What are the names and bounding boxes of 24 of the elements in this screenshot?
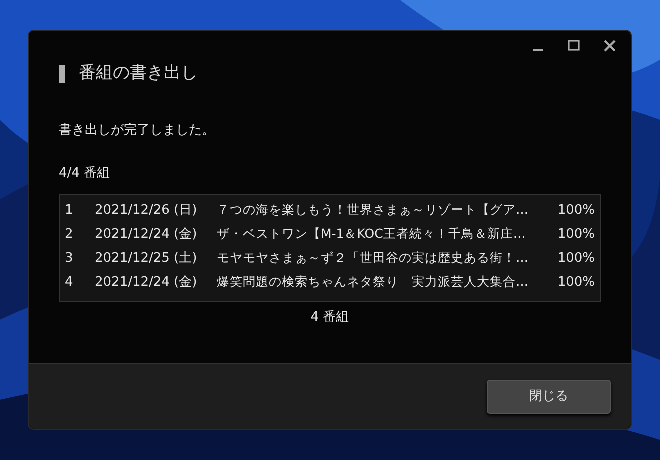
total-count: 4 番組 [310,308,350,326]
row-number: 2 [64,226,74,244]
maximize-icon[interactable] [567,39,581,53]
row-percent: 100% [556,250,596,268]
row-number: 3 [64,250,74,268]
row-percent: 100% [556,202,596,220]
close-icon[interactable] [603,39,617,53]
row-date: 2021/12/24 (金) [95,274,198,292]
row-date: 2021/12/24 (金) [95,226,198,244]
row-percent: 100% [556,274,596,292]
row-title: モヤモヤさまぁ～ず２「世田谷の実は歴史ある街！… [217,249,530,268]
row-title: 爆笑問題の検索ちゃんネタ祭り 実力派芸人大集合… [217,273,530,292]
row-title: ザ・ベストワン【M-1＆KOC王者続々！千鳥＆新庄… [217,225,527,244]
row-date: 2021/12/25 (土) [95,250,198,268]
status-message: 書き出しが完了しました。 [59,122,216,140]
row-number: 4 [64,274,74,292]
row-percent: 100% [556,226,596,244]
row-title: ７つの海を楽しもう！世界さまぁ～リゾート【グア… [217,201,530,220]
title-bar-mark [59,64,65,83]
progress-count: 4/4 番組 [59,165,112,183]
row-date: 2021/12/26 (日) [95,202,198,220]
window-title: 番組の書き出し [79,62,198,85]
close-button[interactable]: 閉じる [487,380,611,414]
row-number: 1 [64,202,74,220]
